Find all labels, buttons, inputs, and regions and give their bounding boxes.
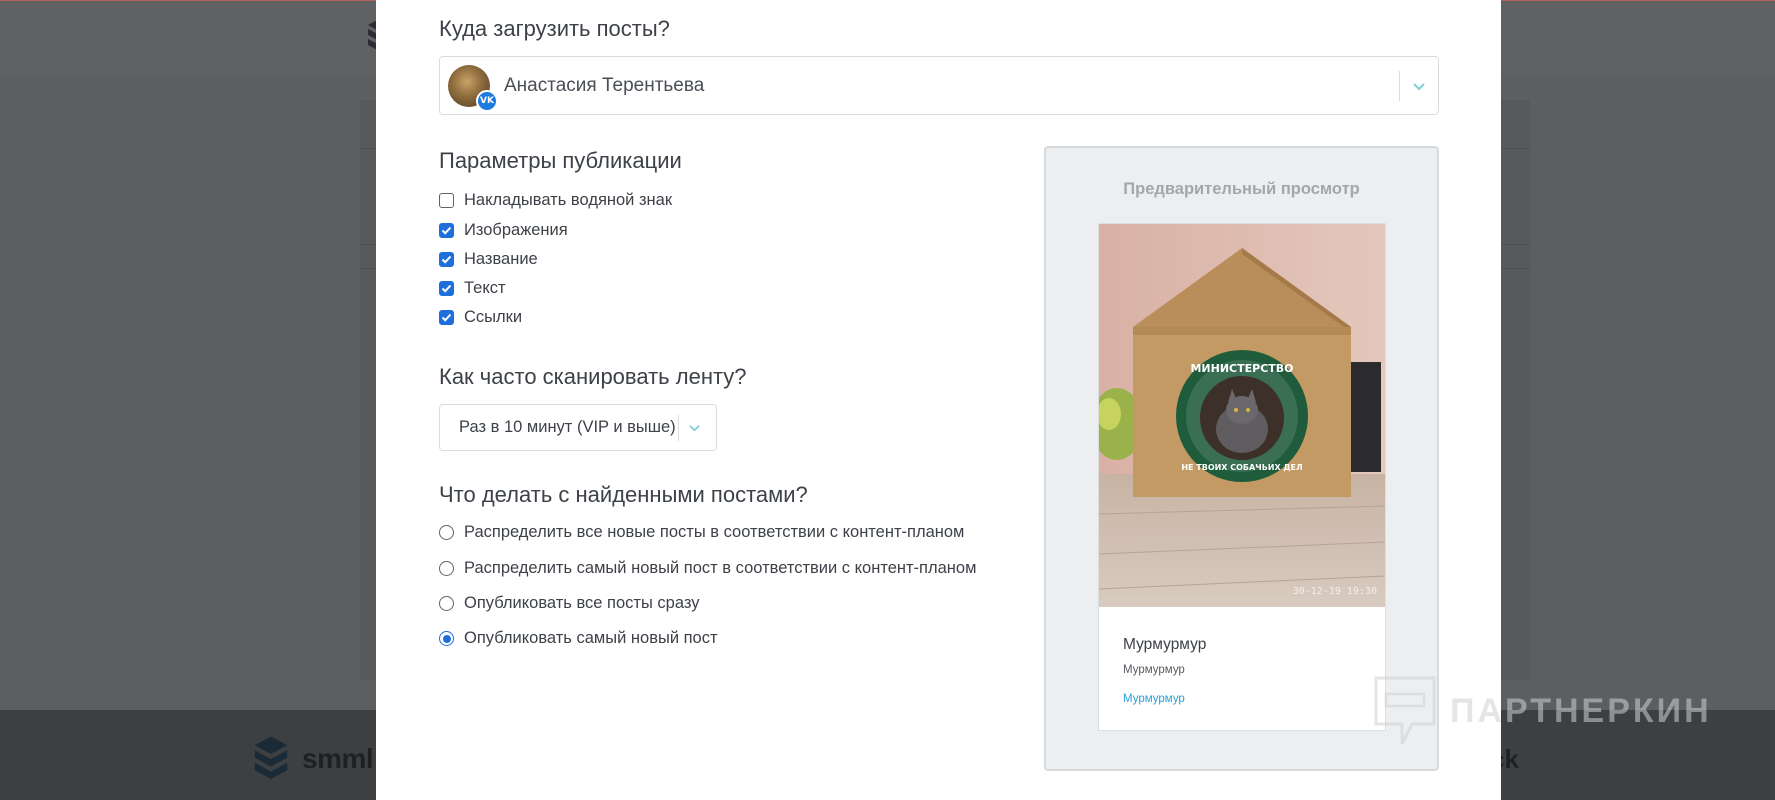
chevron-down-icon[interactable] [1400,81,1438,91]
option-label: Изображения [464,221,568,239]
text-checkbox[interactable] [439,281,454,296]
post-image: МИНИСТЕРСТВО НЕ ТВОИХ СОБАЧЬИХ ДЕЛ 30-12… [1099,224,1385,607]
vk-badge-icon: VK [476,89,498,112]
option-label: Опубликовать все посты сразу [464,594,700,612]
post-link[interactable]: Мурмурмур [1123,693,1185,705]
scan-frequency-select[interactable]: Раз в 10 минут (VIP и выше) [439,404,717,451]
box-text-bottom: НЕ ТВОИХ СОБАЧЬИХ ДЕЛ [1181,463,1302,472]
checkmark-icon [441,226,452,235]
autopost-settings-modal: Куда загрузить посты? VK Анастасия Терен… [376,0,1501,800]
images-checkbox[interactable] [439,223,454,238]
watermark-checkbox[interactable] [439,193,454,208]
publish-newest-radio[interactable] [439,631,454,646]
stack-logo-icon [254,736,288,779]
distribute-all-radio[interactable] [439,525,454,540]
option-watermark[interactable]: Накладывать водяной знак [439,191,672,210]
option-label: Опубликовать самый новый пост [464,629,718,647]
option-label: Текст [464,279,506,297]
option-title[interactable]: Название [439,250,538,269]
radio-dot [442,634,451,643]
option-distribute-newest[interactable]: Распределить самый новый пост в соответс… [439,559,976,578]
option-publish-all[interactable]: Опубликовать все посты сразу [439,594,699,613]
links-checkbox[interactable] [439,310,454,325]
account-name: Анастасия Терентьева [504,74,705,96]
scan-frequency-value: Раз в 10 минут (VIP и выше) [459,418,676,436]
upload-target-title: Куда загрузить посты? [439,16,670,41]
title-checkbox[interactable] [439,252,454,267]
found-posts-title: Что делать с найденными постами? [439,482,808,507]
option-text[interactable]: Текст [439,279,506,298]
publication-params-title: Параметры публикации [439,148,682,173]
option-label: Ссылки [464,308,523,326]
scan-frequency-title: Как часто сканировать ленту? [439,364,747,389]
publish-all-radio[interactable] [439,596,454,611]
chevron-down-icon[interactable] [679,423,711,432]
box-text-top: МИНИСТЕРСТВО [1190,362,1293,375]
watermark-text: ПАРТНЕРКИН [1450,691,1712,730]
partnerkin-watermark: ПАРТНЕРКИН [1372,672,1712,750]
post-text: Мурмурмур [1123,664,1185,676]
option-label: Распределить самый новый пост в соответс… [464,559,977,577]
option-publish-newest[interactable]: Опубликовать самый новый пост [439,629,718,648]
option-label: Накладывать водяной знак [464,191,673,209]
preview-title: Предварительный просмотр [1123,180,1360,198]
option-label: Название [464,250,538,268]
option-label: Распределить все новые посты в соответст… [464,523,965,541]
option-links[interactable]: Ссылки [439,308,522,327]
footer-brand: smml [302,743,374,774]
account-select[interactable]: VK Анастасия Терентьева [439,56,1439,115]
checkmark-icon [441,284,452,293]
avatar: VK [448,64,498,112]
distribute-newest-radio[interactable] [439,561,454,576]
checkmark-icon [441,255,452,264]
post-preview-card: МИНИСТЕРСТВО НЕ ТВОИХ СОБАЧЬИХ ДЕЛ 30-12… [1098,223,1386,731]
option-images[interactable]: Изображения [439,221,568,240]
watermark-logo-icon [1374,676,1436,745]
option-distribute-all[interactable]: Распределить все новые посты в соответст… [439,523,964,542]
background-footer-logo: smml [250,734,374,784]
image-timestamp: 30-12-19 19:30 [1293,586,1377,597]
post-title: Мурмурмур [1123,636,1207,653]
checkmark-icon [441,313,452,322]
